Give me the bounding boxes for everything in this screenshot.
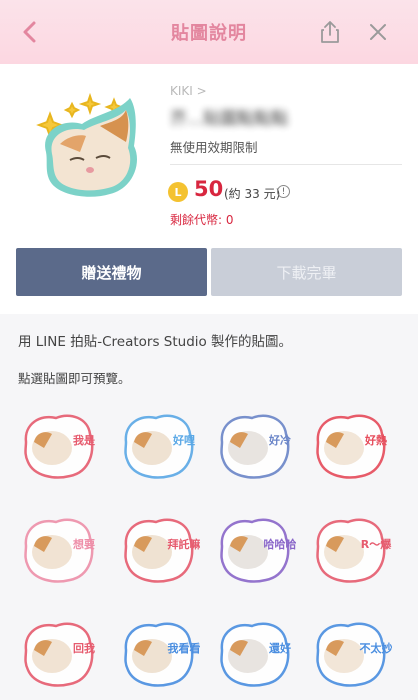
sticker-caption: 我看看 <box>168 641 201 655</box>
sticker-image: 好冷 <box>220 414 291 479</box>
sticker-caption: 好哩 <box>172 433 195 447</box>
sticker-caption: 好熱 <box>364 433 387 447</box>
share-icon <box>321 21 339 43</box>
preview-hint: 點選貼圖即可預覽。 <box>18 371 131 386</box>
send-gift-button[interactable]: 贈送禮物 <box>16 248 207 296</box>
download-complete-button: 下載完畢 <box>211 248 402 296</box>
sticker-image: 拜託嘛 <box>124 518 201 583</box>
product-section: KIKI > 芥...貼圖點點點 無使用效期限制 L 50 (約 33 元) !… <box>0 64 418 314</box>
main-sticker-image[interactable] <box>30 92 150 202</box>
sticker-item[interactable]: 想要 <box>18 508 100 590</box>
back-button[interactable] <box>12 14 48 50</box>
divider <box>170 164 402 165</box>
sticker-item[interactable]: 哈哈哈 <box>214 508 297 590</box>
sticker-image: 好哩 <box>124 414 195 479</box>
chevron-left-icon <box>23 21 36 43</box>
sticker-item[interactable]: 還好 <box>214 612 296 694</box>
sticker-caption: R～爆 <box>361 537 392 551</box>
creator-description: 用 LINE 拍貼-Creators Studio 製作的貼圖。 <box>18 334 293 350</box>
price-approx: (約 33 元) <box>224 187 281 201</box>
sticker-name: 芥...貼圖點點點 <box>170 109 289 128</box>
remaining-coins: 剩餘代幣: 0 <box>170 213 234 227</box>
sticker-image: 想要 <box>24 518 95 583</box>
sticker-item[interactable]: R～爆 <box>310 508 392 590</box>
sticker-caption: 想要 <box>72 537 95 551</box>
info-icon[interactable]: ! <box>277 185 290 198</box>
sticker-caption: 不太妙 <box>360 641 393 655</box>
sticker-caption: 還好 <box>269 641 291 655</box>
close-button[interactable] <box>360 14 396 50</box>
sticker-image: 我是 <box>24 414 96 479</box>
price-value: 50 <box>194 177 224 201</box>
sticker-item[interactable]: 好冷 <box>214 404 296 486</box>
top-bar: 貼圖說明 <box>0 0 418 64</box>
sticker-item[interactable]: 不太妙 <box>310 612 393 694</box>
sticker-image: 我看看 <box>124 622 201 687</box>
page-title: 貼圖說明 <box>171 23 247 44</box>
sticker-image: 回我 <box>24 622 95 687</box>
validity-text: 無使用效期限制 <box>170 140 258 155</box>
sticker-item[interactable]: 好熱 <box>310 404 392 486</box>
sticker-caption: 好冷 <box>268 433 291 447</box>
sticker-item[interactable]: 我看看 <box>118 612 201 694</box>
sticker-item[interactable]: 回我 <box>18 612 100 694</box>
sticker-image: 不太妙 <box>316 622 393 687</box>
sticker-item[interactable]: 拜託嘛 <box>118 508 201 590</box>
sticker-image: 好熱 <box>316 414 387 479</box>
sticker-caption: 拜託嘛 <box>168 537 201 551</box>
sticker-image: R～爆 <box>316 518 392 583</box>
sticker-caption: 哈哈哈 <box>264 537 297 551</box>
sticker-item[interactable]: 我是 <box>18 404 100 486</box>
sticker-image: 還好 <box>220 622 291 687</box>
close-icon <box>370 24 386 40</box>
sticker-item[interactable]: 好哩 <box>118 404 200 486</box>
line-coin-icon: L <box>168 182 188 202</box>
share-button[interactable] <box>312 14 348 50</box>
sticker-image: 哈哈哈 <box>220 518 297 583</box>
sticker-caption: 我是 <box>73 433 96 447</box>
author-link[interactable]: KIKI > <box>170 84 207 98</box>
sticker-caption: 回我 <box>73 641 95 655</box>
